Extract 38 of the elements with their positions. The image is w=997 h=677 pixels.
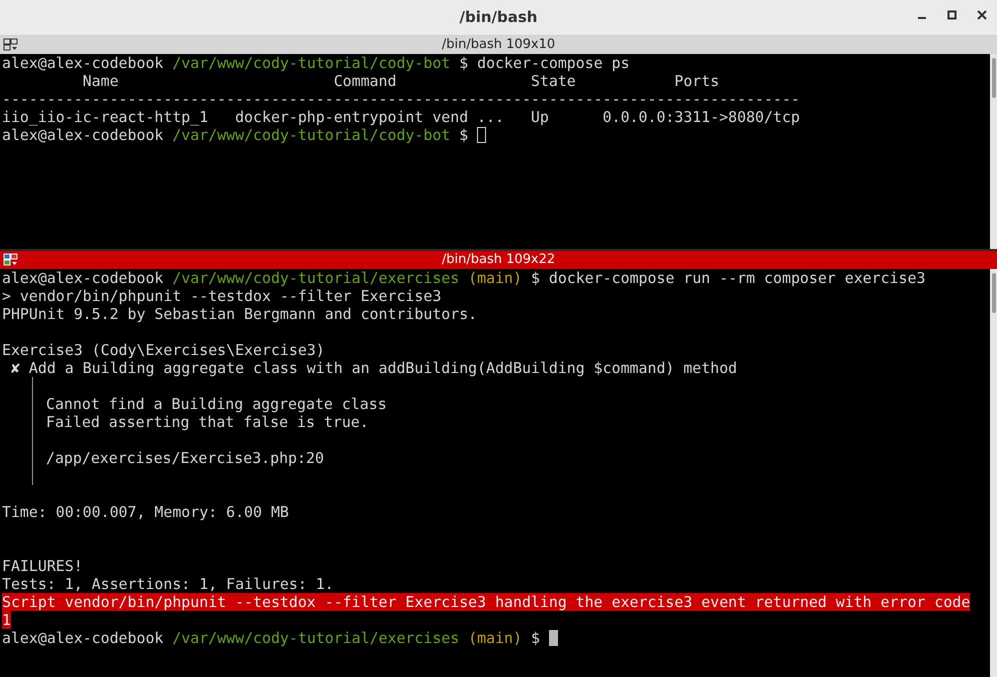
prompt-user: alex@alex-codebook xyxy=(2,126,164,144)
terminal-text: ✘ Add a Building aggregate class with an addBuilding(AddBuilding $command) method xyxy=(10,359,738,377)
terminal-text: $ xyxy=(530,629,541,647)
terminal-text: $ xyxy=(458,126,470,144)
terminal-text: iio_iio-ic-react-http_1 docker-php-entrypoint vend ... Up 0.0.0.0:3311->8080/tcp xyxy=(2,108,800,126)
terminal-text: Tests: 1, Assertions: 1, Failures: 1. xyxy=(2,575,334,593)
scrollbar[interactable] xyxy=(990,269,997,677)
prompt-path: /var/www/cody-tutorial/exercises xyxy=(172,269,460,287)
terminal-text: $ docker-compose ps xyxy=(458,54,630,72)
terminal-text: Cannot find a Building aggregate class xyxy=(46,395,387,413)
scrollbar[interactable] xyxy=(990,54,997,249)
prompt-user: alex@alex-codebook xyxy=(2,269,164,287)
prompt-path: /var/www/cody-tutorial/exercises xyxy=(172,629,460,647)
split-grid-icon[interactable] xyxy=(3,253,19,267)
pane-title: /bin/bash 109x22 xyxy=(442,251,556,270)
terminal-text: Failed asserting that false is true. xyxy=(46,413,369,431)
terminal-text: PHPUnit 9.5.2 by Sebastian Bergmann and contributors. xyxy=(2,305,478,323)
prompt-user: alex@alex-codebook xyxy=(2,54,164,72)
git-branch: (main) xyxy=(467,629,522,647)
terminal-text: Exercise3 (Cody\Exercises\Exercise3) xyxy=(2,341,325,359)
pane-title: /bin/bash 109x10 xyxy=(442,36,556,54)
terminal-text: ----------------------------------------------------------------------------------------- xyxy=(2,90,800,108)
close-icon[interactable] xyxy=(977,10,987,20)
split-grid-icon[interactable] xyxy=(3,38,19,52)
terminal-text: /app/exercises/Exercise3.php:20 xyxy=(46,449,324,467)
terminal-text: FAILURES! xyxy=(2,557,83,575)
git-branch: (main) xyxy=(467,269,522,287)
error-message: 1 xyxy=(2,611,11,629)
terminal-text: $ docker-compose run --rm composer exercise3 xyxy=(530,269,926,287)
prompt-path: /var/www/cody-tutorial/cody-bot xyxy=(172,126,450,144)
terminal-text: Name Command State Ports xyxy=(82,72,720,90)
terminal-text: Time: 00:00.007, Memory: 6.00 MB xyxy=(2,503,289,521)
prompt-path: /var/www/cody-tutorial/cody-bot xyxy=(172,54,450,72)
terminal-text: > vendor/bin/phpunit --testdox --filter Exercise3 xyxy=(2,287,442,305)
window-title: /bin/bash xyxy=(460,7,538,28)
prompt-user: alex@alex-codebook xyxy=(2,629,164,647)
error-message: Script vendor/bin/phpunit --testdox --filter Exercise3 handling the exercise3 event returned with error code xyxy=(2,593,970,611)
maximize-icon[interactable] xyxy=(947,10,957,20)
